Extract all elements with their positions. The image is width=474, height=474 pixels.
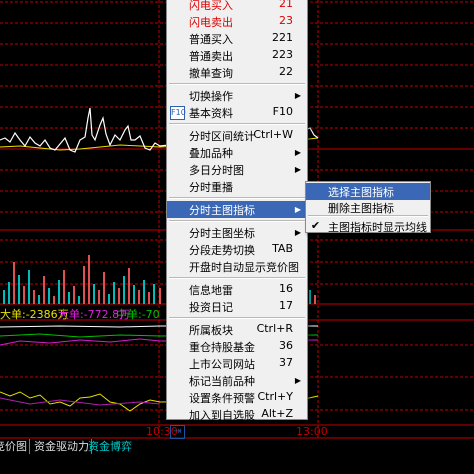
menu-item-shortcut: F10: [272, 105, 293, 118]
menu-item-label: 删除主图指标: [328, 202, 394, 215]
menu-item[interactable]: 删除主图指标: [306, 199, 430, 216]
menu-item[interactable]: 闪电买入 21: [167, 0, 307, 13]
menu-separator: [169, 123, 305, 125]
menu-item-label: 闪电卖出: [189, 16, 233, 29]
menu-item-label: 信息地雷: [189, 284, 233, 297]
menu-item-label: 所属板块: [189, 324, 233, 337]
menu-item[interactable]: F10 基本资料 F10: [167, 104, 307, 121]
menu-item-label: 分时区间统计: [189, 130, 255, 143]
menu-item-shortcut: 17: [279, 299, 293, 312]
check-icon: ✔: [310, 219, 321, 232]
menu-separator: [169, 220, 305, 222]
menu-item[interactable]: 从板块中删除 Alt+D: [167, 440, 307, 457]
menu-item-shortcut: 223: [272, 48, 293, 61]
menu-item-label: 分时重播: [189, 181, 233, 194]
menu-item-label: 加入到自选股: [189, 409, 255, 422]
menu-item-label: 标记当前品种: [189, 375, 255, 388]
indicator-submenu: 选择主图指标 删除主图指标 ✔ 主图指标时显示均线: [305, 181, 431, 235]
menu-item-shortcut: 221: [272, 31, 293, 44]
menu-separator: [169, 197, 305, 199]
menu-item[interactable]: 分时区间统计 Ctrl+W: [167, 127, 307, 144]
menu-item[interactable]: 投资日记 17: [167, 298, 307, 315]
menu-item-shortcut: Ctrl+Y: [257, 390, 293, 403]
menu-item[interactable]: 叠加品种 ▶: [167, 144, 307, 161]
menu-item-shortcut: TAB: [272, 242, 293, 255]
menu-item[interactable]: 选择主图指标: [306, 183, 430, 200]
indicator-line-magenta-2: [0, 397, 161, 406]
menu-item-label: 投资日记: [189, 301, 233, 314]
menu-item-label: 分时主图指标: [189, 204, 255, 217]
menu-separator: [169, 277, 305, 279]
menu-item[interactable]: 设置条件预警 Ctrl+Y: [167, 389, 307, 406]
menu-item[interactable]: 分时主图指标 ▶: [167, 201, 307, 218]
tab-capital-drive[interactable]: 资金驱动力: [32, 439, 92, 454]
menu-separator: [308, 215, 428, 217]
submenu-arrow-icon: ▶: [294, 205, 301, 214]
menu-item[interactable]: 分时主图坐标 ▶: [167, 224, 307, 241]
menu-item[interactable]: 信息地雷 16: [167, 281, 307, 298]
menu-item-shortcut: 36: [279, 339, 293, 352]
menu-item[interactable]: 上市公司网站 37: [167, 355, 307, 372]
tab-capital-game[interactable]: 资金博弈: [86, 439, 134, 454]
menu-separator: [169, 83, 305, 85]
submenu-arrow-icon: ▶: [294, 376, 301, 385]
submenu-arrow-icon: ▶: [294, 228, 301, 237]
menu-item[interactable]: 标记当前品种 ▶: [167, 372, 307, 389]
menu-item-shortcut: 23: [279, 14, 293, 27]
menu-item-label: 设置条件预警: [189, 392, 255, 405]
menu-item-label: 基本资料: [189, 107, 233, 120]
menu-item-shortcut: 21: [279, 0, 293, 10]
menu-item[interactable]: 撤单查询 22: [167, 64, 307, 81]
menu-item-shortcut: 37: [279, 356, 293, 369]
menu-item-label: 上市公司网站: [189, 358, 255, 371]
menu-item-shortcut: Alt+Z: [261, 407, 293, 420]
menu-item-shortcut: Ctrl+R: [256, 322, 293, 335]
menu-item[interactable]: ⇥ 加入到板块股 Alt+Z: [167, 423, 307, 440]
info-icon: F10: [170, 106, 186, 120]
menu-item-label: 普通买入: [189, 33, 233, 46]
submenu-arrow-icon: ▶: [294, 91, 301, 100]
context-menu: 闪电买入 21 闪电卖出 23 普通买入 221 普通卖出 223 撤单查询 22 切换操作 ▶ F10…: [166, 0, 308, 456]
menu-item[interactable]: ✔ 主图指标时显示均线: [306, 218, 430, 235]
menu-item[interactable]: 分时重播: [167, 178, 307, 195]
menu-item-shortcut: Alt+Z: [261, 424, 293, 437]
menu-item-shortcut: 22: [279, 65, 293, 78]
menu-item[interactable]: 分段走势切换 TAB: [167, 241, 307, 258]
menu-separator: [169, 317, 305, 319]
menu-item-label: 重仓持股基金: [189, 341, 255, 354]
menu-item-label: 普通卖出: [189, 50, 233, 63]
menu-item-shortcut: Alt+D: [260, 441, 293, 454]
add-to-block-icon: ⇥: [170, 425, 185, 439]
menu-item-shortcut: Ctrl+W: [253, 128, 293, 141]
menu-item[interactable]: 开盘时自动显示竞价图: [167, 258, 307, 275]
menu-item-label: 撤单查询: [189, 67, 233, 80]
submenu-arrow-icon: ▶: [294, 165, 301, 174]
menu-item-label: 主图指标时显示均线: [328, 221, 427, 234]
menu-item-shortcut: 16: [279, 282, 293, 295]
menu-item-label: 叠加品种: [189, 147, 233, 160]
tab-auction-chart[interactable]: 竞价图: [0, 439, 30, 454]
menu-item[interactable]: 普通买入 221: [167, 30, 307, 47]
menu-item[interactable]: 切换操作 ▶: [167, 87, 307, 104]
menu-item[interactable]: 所属板块 Ctrl+R: [167, 321, 307, 338]
menu-item-label: 从板块中删除: [189, 443, 255, 456]
menu-item-label: 选择主图指标: [328, 186, 394, 199]
menu-item[interactable]: 普通卖出 223: [167, 47, 307, 64]
medium-order-label: 中单:-70: [116, 308, 160, 321]
menu-item[interactable]: 加入到自选股 Alt+Z: [167, 406, 307, 423]
menu-item-label: 加入到板块股: [189, 426, 255, 439]
menu-item-label: 开盘时自动显示竞价图: [189, 261, 299, 274]
menu-item-label: 分时主图坐标: [189, 227, 255, 240]
submenu-arrow-icon: ▶: [294, 148, 301, 157]
menu-item[interactable]: 多日分时图 ▶: [167, 161, 307, 178]
menu-item-label: 多日分时图: [189, 164, 244, 177]
menu-item[interactable]: 重仓持股基金 36: [167, 338, 307, 355]
menu-item-label: 闪电买入: [189, 0, 233, 12]
menu-item-label: 切换操作: [189, 90, 233, 103]
menu-item-label: 分段走势切换: [189, 244, 255, 257]
menu-item[interactable]: 闪电卖出 23: [167, 13, 307, 30]
